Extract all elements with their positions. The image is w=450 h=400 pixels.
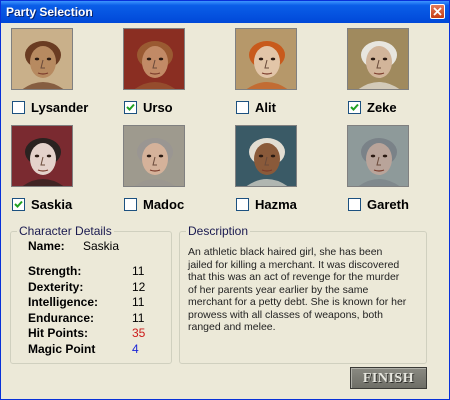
stat-value: 11	[132, 310, 145, 325]
checkbox-lysander[interactable]	[12, 100, 25, 114]
stat-label: Endurance:	[28, 310, 95, 325]
checkmark-icon	[350, 103, 359, 111]
character-name-label: Zeke	[367, 99, 397, 115]
window-title: Party Selection	[6, 5, 93, 19]
portrait-saskia[interactable]	[11, 125, 73, 187]
finish-label: FINISH	[362, 371, 415, 386]
select-alit[interactable]: Alit	[236, 99, 276, 115]
close-icon	[433, 7, 442, 16]
checkbox-madoc[interactable]	[124, 197, 137, 211]
party-selection-window: Party Selection Lysander Urso Alit Zeke Sask…	[0, 0, 450, 400]
portrait-gareth[interactable]	[347, 125, 409, 187]
description-text: An athletic black haired girl, she has b…	[188, 246, 416, 334]
character-name-label: Saskia	[31, 196, 73, 212]
description-group: Description An athletic black haired gir…	[179, 224, 427, 364]
portrait-hazma[interactable]	[235, 125, 297, 187]
checkbox-gareth[interactable]	[348, 197, 361, 211]
portrait-madoc[interactable]	[123, 125, 185, 187]
character-name-label: Gareth	[367, 196, 409, 212]
select-saskia[interactable]: Saskia	[12, 196, 72, 212]
stat-label: Intelligence:	[28, 295, 99, 309]
character-name-label: Lysander	[31, 99, 89, 115]
description-line: merchant for a petty debt. She is known …	[188, 296, 407, 308]
checkbox-saskia[interactable]	[12, 197, 25, 211]
stat-value: 11	[132, 264, 145, 278]
select-madoc[interactable]: Madoc	[124, 196, 184, 212]
description-line: of her parents year earlier by the same	[188, 283, 369, 296]
select-gareth[interactable]: Gareth	[348, 196, 409, 212]
description-line: that this was an act of revenge for the …	[188, 271, 400, 283]
stat-label: Hit Points:	[28, 326, 88, 340]
description-line: ranged and melee.	[188, 321, 276, 333]
portrait-alit[interactable]	[235, 28, 297, 90]
checkbox-urso[interactable]	[124, 100, 137, 114]
checkbox-zeke[interactable]	[348, 100, 361, 114]
stat-label: Dexterity:	[28, 279, 84, 294]
portrait-urso[interactable]	[123, 28, 185, 90]
stat-label: Magic Point	[28, 341, 96, 356]
character-name-label: Urso	[143, 99, 173, 115]
character-details-group: Character Details Name: Saskia Strength:…	[10, 224, 172, 364]
checkbox-alit[interactable]	[236, 100, 249, 114]
character-name-label: Hazma	[255, 196, 297, 212]
description-line: An athletic black haired girl, she has b…	[188, 246, 383, 258]
checkmark-icon	[14, 200, 23, 208]
checkmark-icon	[126, 103, 135, 111]
character-details-legend: Character Details	[17, 224, 114, 238]
stat-value: 4	[132, 341, 139, 356]
title-bar[interactable]: Party Selection	[1, 1, 449, 23]
stat-value: 12	[132, 279, 146, 294]
finish-button[interactable]: FINISH	[350, 367, 427, 389]
stat-label: Strength:	[28, 264, 82, 278]
portrait-lysander[interactable]	[11, 28, 73, 90]
character-name-label: Madoc	[143, 196, 185, 212]
portrait-zeke[interactable]	[347, 28, 409, 90]
name-value: Saskia	[83, 239, 120, 253]
character-name-label: Alit	[255, 99, 276, 115]
close-button[interactable]	[430, 4, 445, 19]
select-zeke[interactable]: Zeke	[348, 99, 397, 115]
description-line: prowess with all classes of weapons, bot…	[188, 308, 383, 321]
description-legend: Description	[186, 224, 251, 238]
select-urso[interactable]: Urso	[124, 99, 173, 115]
stat-value: 35	[132, 326, 146, 340]
checkbox-hazma[interactable]	[236, 197, 249, 211]
stat-value: 11	[132, 295, 145, 309]
description-line: jailed for killing a merchant. It was di…	[188, 258, 400, 271]
select-hazma[interactable]: Hazma	[236, 196, 297, 212]
select-lysander[interactable]: Lysander	[12, 99, 88, 115]
name-label: Name:	[28, 239, 65, 253]
